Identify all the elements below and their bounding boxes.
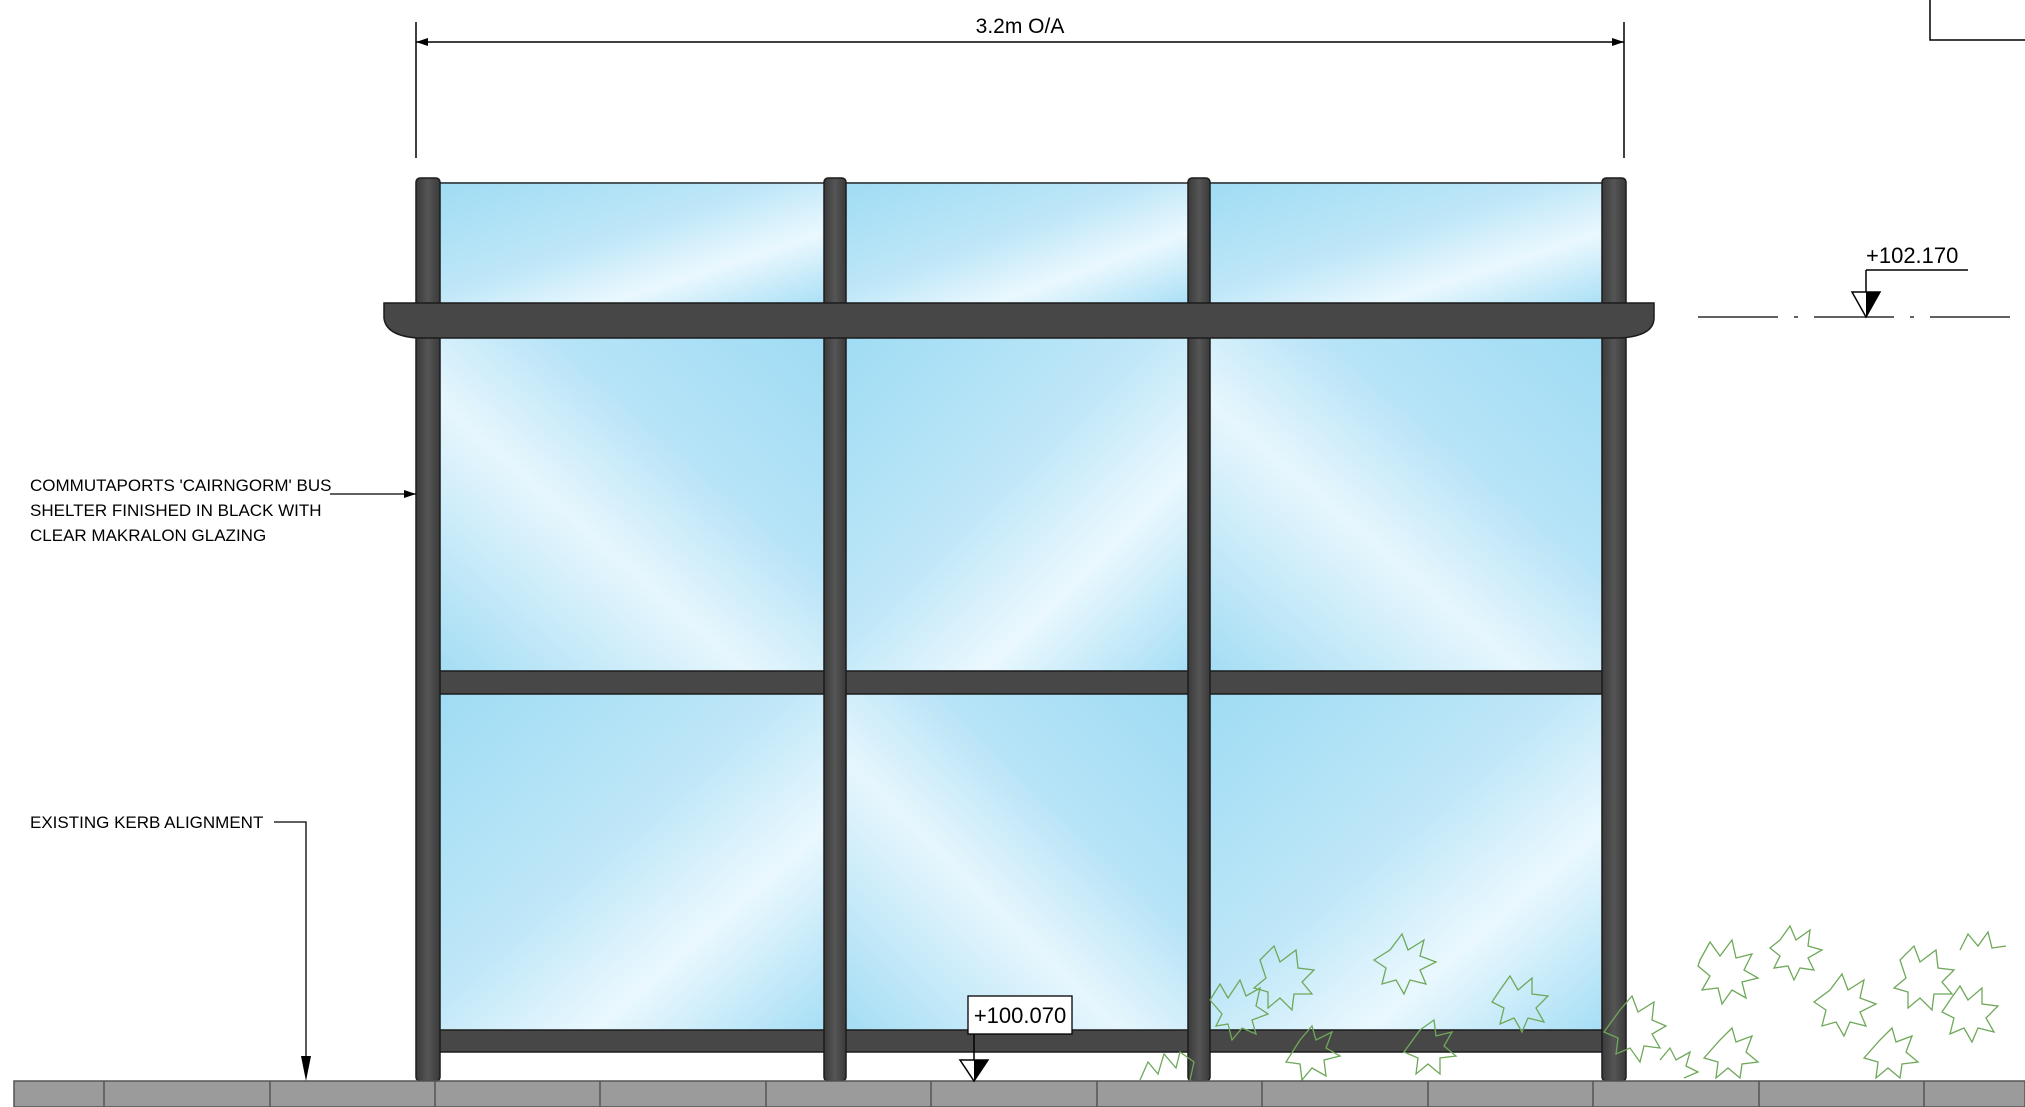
glass-panel-low-2 (846, 694, 1188, 1030)
kerb-note: EXISTING KERB ALIGNMENT (30, 813, 263, 832)
title-block-corner (1929, 0, 2025, 41)
roof-level-marker: +102.170 (1698, 243, 2025, 319)
glass-panel-low-3 (1210, 694, 1602, 1030)
glass-panel-low-1 (440, 694, 824, 1030)
glass-panel-mid-1 (440, 335, 824, 671)
glass-panel-top-2 (846, 182, 1188, 308)
kerb-annotation: EXISTING KERB ALIGNMENT (30, 813, 311, 1081)
bus-shelter-elevation: 3.2m O/A +102.170 +100.070 COMMUTAPORTS … (13, 0, 2025, 1107)
roof-gutter-beam (383, 302, 1655, 339)
glass-panel-mid-3 (1210, 335, 1602, 671)
glass-panel-mid-2 (846, 335, 1188, 671)
mid-transom (429, 670, 1613, 695)
shelter-annotation: COMMUTAPORTS 'CAIRNGORM' BUS SHELTER FIN… (30, 476, 416, 545)
pavement (13, 1080, 2025, 1107)
ground-level-label: +100.070 (974, 1003, 1066, 1028)
shelter-note-line-2: SHELTER FINISHED IN BLACK WITH (30, 501, 322, 520)
shelter-note-line-1: COMMUTAPORTS 'CAIRNGORM' BUS (30, 476, 331, 495)
roof-level-label: +102.170 (1866, 243, 1958, 268)
kerb-arrowhead (301, 1056, 311, 1081)
kerb-note-leader (274, 821, 307, 1064)
dimension-label: 3.2m O/A (976, 15, 1065, 38)
shelter-note-line-3: CLEAR MAKRALON GLAZING (30, 526, 266, 545)
overall-dimension: 3.2m O/A (415, 15, 1625, 158)
glass-panel-top-1 (440, 182, 824, 308)
glass-panel-top-3 (1210, 182, 1602, 308)
pavement-band (13, 1080, 2025, 1107)
